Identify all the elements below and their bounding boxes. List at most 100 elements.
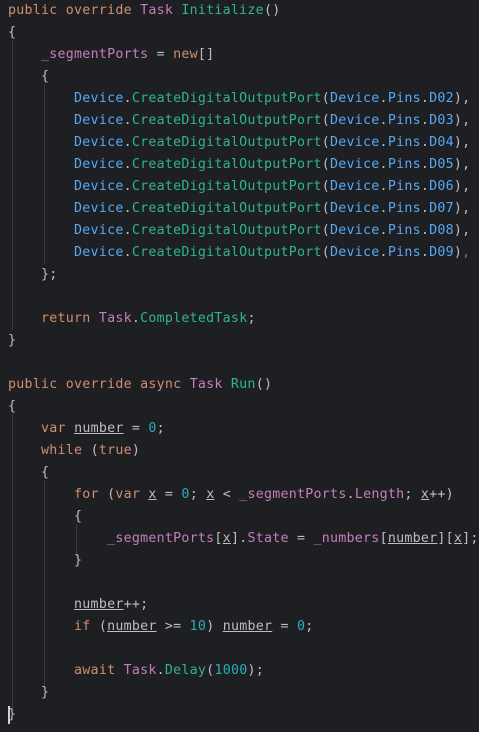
code-line[interactable]: Device.CreateDigitalOutputPort(Device.Pi…	[8, 132, 470, 154]
code-token: Device	[330, 157, 380, 172]
code-token: ++)	[429, 487, 454, 502]
text-caret	[8, 706, 10, 724]
code-token: (	[90, 443, 99, 458]
code-line[interactable]: if (number >= 10) number = 0;	[8, 616, 314, 638]
code-token: if	[74, 619, 99, 634]
code-token: Pins	[387, 157, 421, 172]
code-line[interactable]: public override async Task Run()	[8, 374, 272, 396]
code-line[interactable]: }	[8, 682, 49, 704]
code-line[interactable]: _segmentPorts[x].State = _numbers[number…	[8, 528, 479, 550]
code-token: ()	[255, 377, 273, 392]
code-token: .	[123, 157, 132, 172]
code-token: .	[123, 201, 132, 216]
code-token: ;	[189, 487, 207, 502]
code-token: State	[247, 531, 289, 546]
code-token: D06	[429, 179, 454, 194]
code-token: D02	[429, 91, 454, 106]
code-line[interactable]: _segmentPorts = new[]	[8, 44, 214, 66]
code-token: (	[321, 223, 330, 238]
code-token: Task	[189, 377, 231, 392]
code-token: .	[420, 157, 430, 172]
code-token: Device	[330, 179, 380, 194]
code-token: .	[123, 223, 132, 238]
code-token: .	[420, 223, 430, 238]
code-token: new	[173, 47, 198, 62]
code-line[interactable]: Device.CreateDigitalOutputPort(Device.Pi…	[8, 88, 470, 110]
code-token: >=	[156, 619, 190, 634]
code-token: Pins	[387, 91, 421, 106]
code-token: true	[98, 443, 132, 458]
code-line[interactable]: public override Task Initialize()	[8, 0, 280, 22]
code-token: Pins	[387, 179, 421, 194]
code-token: .	[379, 113, 388, 128]
code-token: Device	[74, 91, 124, 106]
code-token: Pins	[387, 223, 421, 238]
code-token: =	[288, 531, 314, 546]
code-line[interactable]: {	[8, 22, 16, 44]
code-token: .	[379, 91, 388, 106]
code-line[interactable]: Device.CreateDigitalOutputPort(Device.Pi…	[8, 242, 470, 264]
code-token: var	[41, 421, 75, 436]
code-token: 1000	[214, 663, 248, 678]
code-token: CreateDigitalOutputPort	[131, 113, 322, 128]
code-token: CreateDigitalOutputPort	[131, 135, 322, 150]
code-editor[interactable]: public override Task Initialize(){ _segm…	[0, 0, 479, 732]
code-token: .	[123, 91, 132, 106]
code-line[interactable]: Device.CreateDigitalOutputPort(Device.Pi…	[8, 198, 470, 220]
code-line[interactable]: {	[8, 506, 82, 528]
code-token: Initialize	[181, 3, 264, 18]
code-line[interactable]: Device.CreateDigitalOutputPort(Device.Pi…	[8, 176, 470, 198]
code-line[interactable]: await Task.Delay(1000);	[8, 660, 264, 682]
code-token: };	[8, 267, 58, 282]
code-token: D08	[429, 223, 454, 238]
code-token: []	[197, 47, 215, 62]
code-token: number	[387, 531, 438, 546]
code-line[interactable]: while (true)	[8, 440, 140, 462]
code-token: (	[321, 179, 330, 194]
code-token: 10	[189, 619, 207, 634]
code-token: .	[379, 223, 388, 238]
code-token: Device	[74, 245, 124, 260]
code-line[interactable]: {	[8, 66, 49, 88]
code-token: Device	[330, 113, 380, 128]
code-token: (	[321, 113, 330, 128]
code-token: .	[346, 487, 355, 502]
code-token: {	[8, 399, 17, 414]
code-token: number	[74, 421, 124, 436]
code-token: =	[123, 421, 149, 436]
code-token: 0	[181, 487, 190, 502]
code-line[interactable]: var number = 0;	[8, 418, 165, 440]
code-token: x	[453, 531, 463, 546]
code-token: Device	[74, 113, 124, 128]
code-token: .	[379, 157, 388, 172]
code-token: <	[214, 487, 240, 502]
code-token: Device	[74, 223, 124, 238]
code-token: var	[115, 487, 149, 502]
code-line[interactable]: return Task.CompletedTask;	[8, 308, 256, 330]
code-line[interactable]: }	[8, 550, 82, 572]
code-token: Pins	[387, 201, 421, 216]
code-token: Device	[74, 157, 124, 172]
code-line[interactable]: }	[8, 330, 16, 352]
code-token: [	[379, 531, 388, 546]
code-line[interactable]: {	[8, 462, 49, 484]
code-line[interactable]: {	[8, 396, 16, 418]
code-token: {	[8, 509, 83, 524]
code-token: ),	[453, 135, 471, 150]
code-line[interactable]: Device.CreateDigitalOutputPort(Device.Pi…	[8, 110, 470, 132]
code-token: ;	[247, 311, 256, 326]
code-line[interactable]: Device.CreateDigitalOutputPort(Device.Pi…	[8, 154, 470, 176]
code-line[interactable]: Device.CreateDigitalOutputPort(Device.Pi…	[8, 220, 470, 242]
code-token: D03	[429, 113, 454, 128]
code-line[interactable]: };	[8, 264, 58, 286]
code-token: await	[74, 663, 124, 678]
code-line[interactable]: number++;	[8, 594, 148, 616]
code-line[interactable]: for (var x = 0; x < _segmentPorts.Length…	[8, 484, 454, 506]
